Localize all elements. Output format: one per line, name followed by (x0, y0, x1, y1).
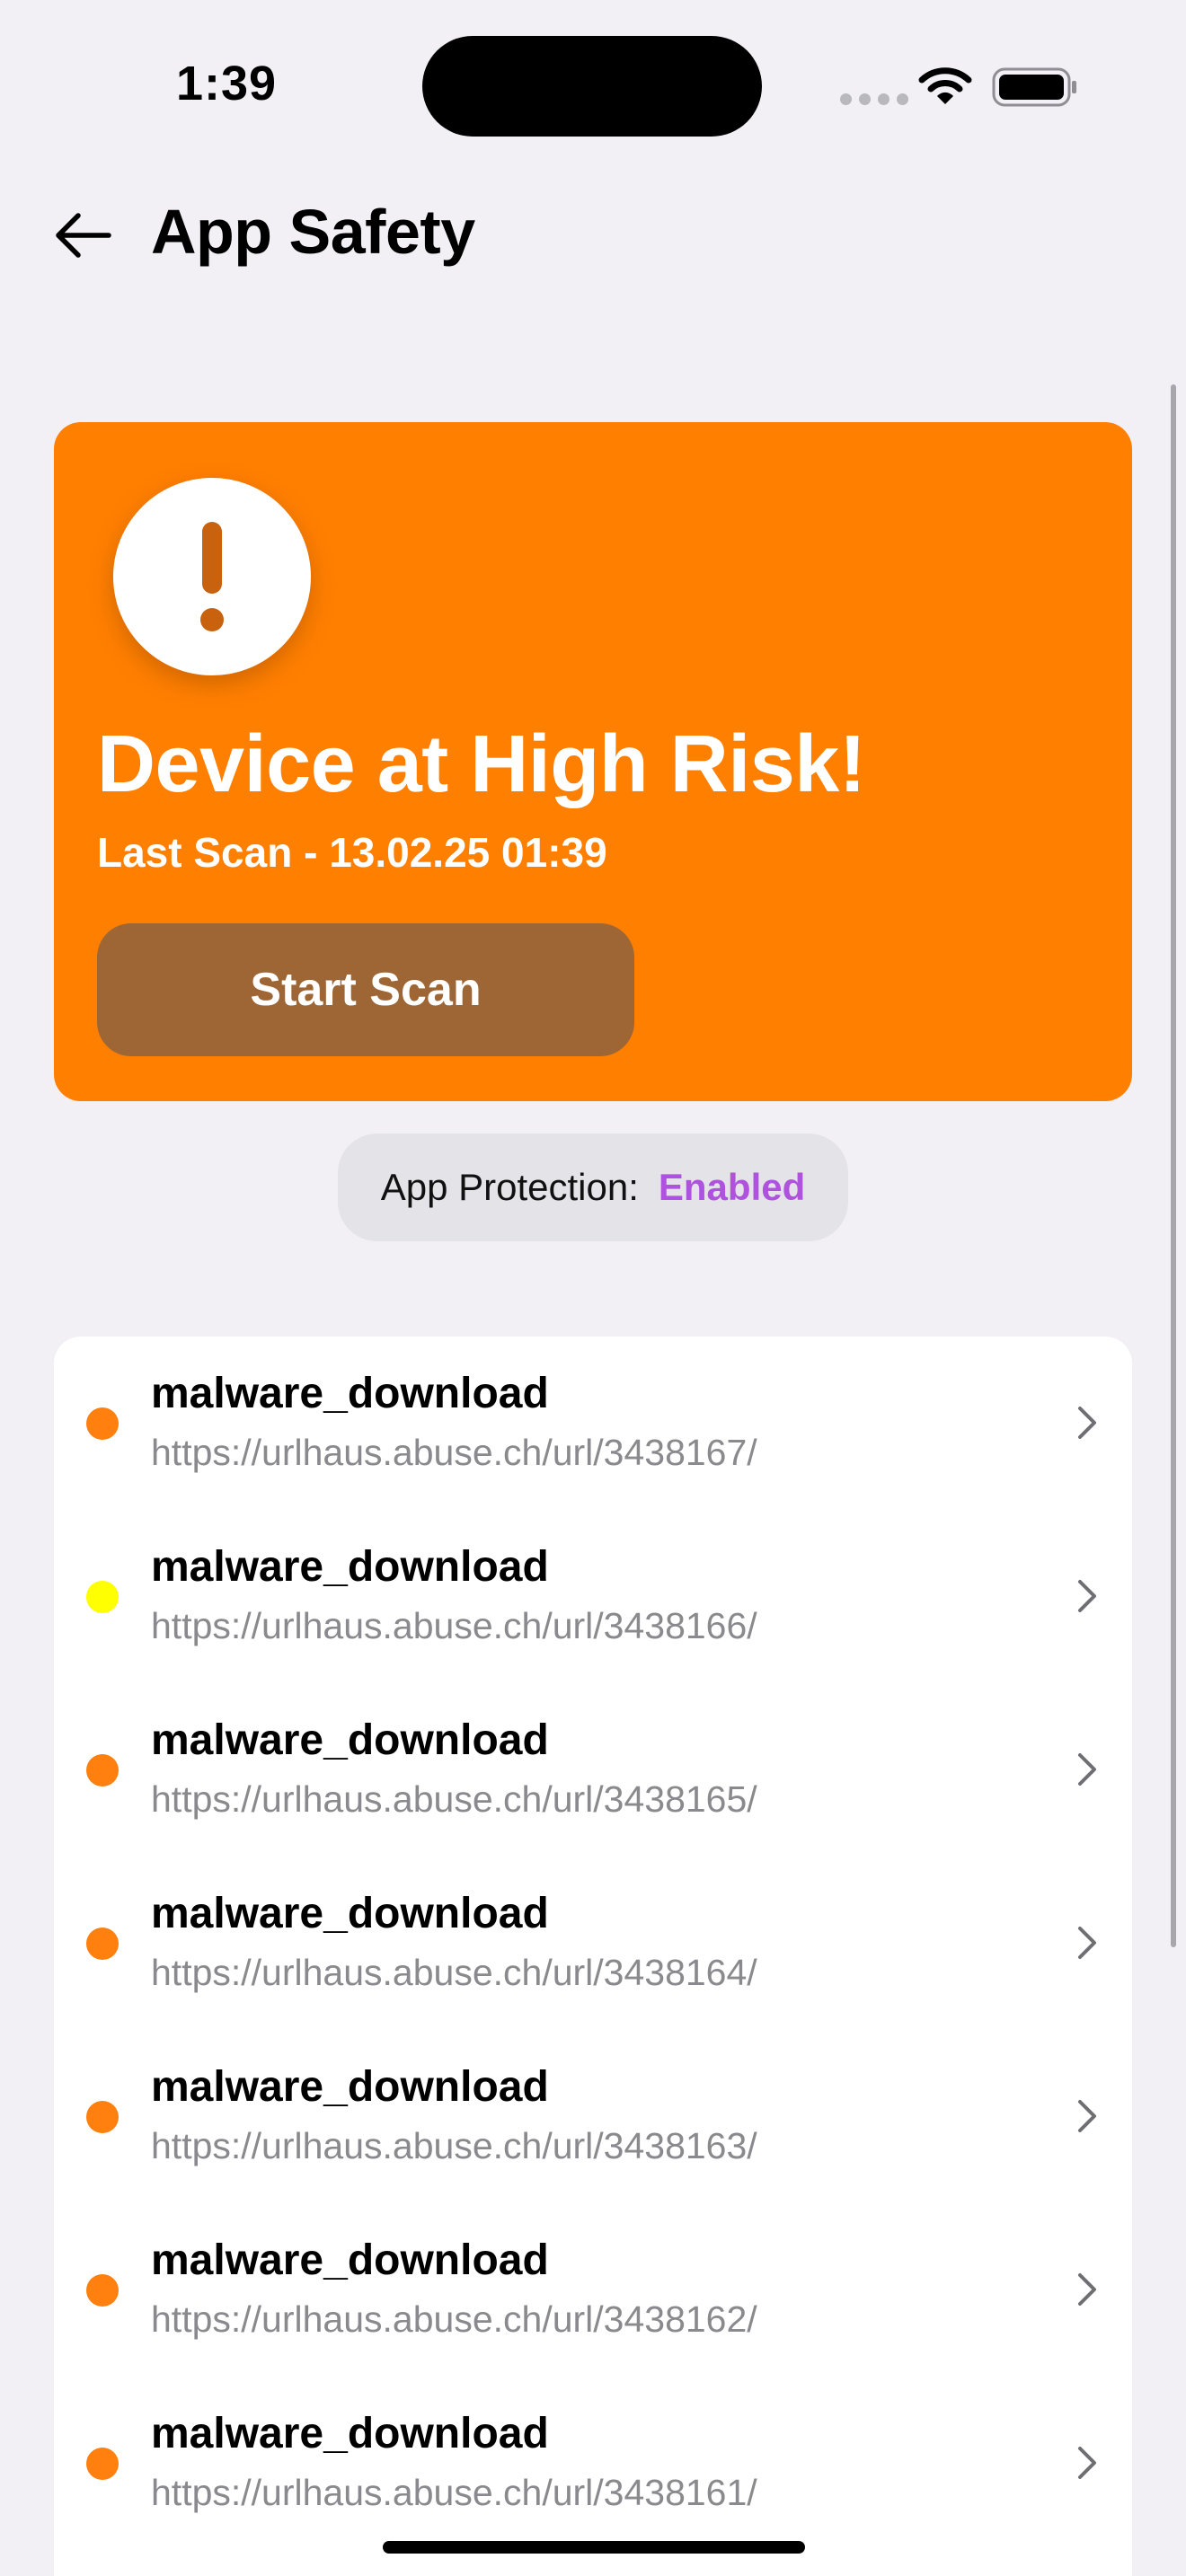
threat-url: https://urlhaus.abuse.ch/url/3438163/ (151, 2125, 757, 2166)
wifi-icon (918, 67, 972, 104)
threat-row[interactable]: malware_download https://urlhaus.abuse.c… (54, 1683, 1132, 1857)
threat-name: malware_download (151, 1543, 549, 1591)
risk-level-dot (86, 2448, 119, 2480)
risk-level-dot (86, 1407, 119, 1440)
risk-status-card: Device at High Risk! Last Scan - 13.02.2… (54, 422, 1132, 1101)
risk-level-dot (86, 1581, 119, 1613)
chevron-right-icon (1078, 1927, 1096, 1959)
dynamic-island (422, 36, 762, 137)
threat-url: https://urlhaus.abuse.ch/url/3438165/ (151, 1778, 757, 1820)
risk-level-dot (86, 2101, 119, 2133)
threat-row[interactable]: malware_download https://urlhaus.abuse.c… (54, 1857, 1132, 2030)
threat-name: malware_download (151, 2063, 549, 2111)
threat-url: https://urlhaus.abuse.ch/url/3438162/ (151, 2298, 757, 2340)
battery-icon (992, 67, 1076, 107)
threat-url: https://urlhaus.abuse.ch/url/3438161/ (151, 2472, 757, 2513)
risk-title: Device at High Risk! (97, 719, 866, 809)
chevron-right-icon (1078, 2100, 1096, 2132)
chevron-right-icon (1078, 2273, 1096, 2306)
threat-row[interactable]: malware_download https://urlhaus.abuse.c… (54, 1337, 1132, 1510)
risk-level-dot (86, 1754, 119, 1786)
risk-level-dot (86, 1928, 119, 1960)
app-safety-screen: 1:39 App Safety Device at High Risk! Las… (0, 0, 1186, 2576)
arrow-left-icon (56, 213, 111, 258)
cellular-signal-icon (840, 93, 908, 105)
threat-name: malware_download (151, 1716, 549, 1764)
threat-row[interactable]: malware_download https://urlhaus.abuse.c… (54, 2030, 1132, 2203)
threat-name: malware_download (151, 1890, 549, 1937)
threat-url: https://urlhaus.abuse.ch/url/3438164/ (151, 1952, 757, 1993)
last-scan-text: Last Scan - 13.02.25 01:39 (97, 829, 607, 876)
threat-list: malware_download https://urlhaus.abuse.c… (54, 1337, 1132, 2576)
threat-row[interactable]: malware_download https://urlhaus.abuse.c… (54, 1510, 1132, 1683)
threat-url: https://urlhaus.abuse.ch/url/3438166/ (151, 1605, 757, 1646)
threat-name: malware_download (151, 2410, 549, 2457)
home-indicator[interactable] (383, 2541, 805, 2554)
risk-level-dot (86, 2274, 119, 2307)
chevron-right-icon (1078, 2447, 1096, 2479)
threat-name: malware_download (151, 2236, 549, 2284)
start-scan-button[interactable]: Start Scan (97, 923, 634, 1056)
app-protection-value: Enabled (658, 1166, 806, 1208)
threat-url: https://urlhaus.abuse.ch/url/3438167/ (151, 1432, 757, 1473)
chevron-right-icon (1078, 1753, 1096, 1786)
app-protection-status[interactable]: App Protection: Enabled (338, 1134, 848, 1241)
threat-row[interactable]: malware_download https://urlhaus.abuse.c… (54, 2203, 1132, 2377)
app-protection-label: App Protection: (380, 1166, 639, 1208)
page-title: App Safety (151, 197, 475, 267)
back-button[interactable] (50, 203, 115, 268)
exclamation-icon (200, 522, 224, 631)
status-time: 1:39 (176, 57, 278, 110)
chevron-right-icon (1078, 1580, 1096, 1612)
alert-badge (113, 478, 311, 675)
threat-row[interactable]: malware_download https://urlhaus.abuse.c… (54, 2377, 1132, 2550)
chevron-right-icon (1078, 1407, 1096, 1439)
scrollbar[interactable] (1171, 384, 1176, 1947)
threat-name: malware_download (151, 1370, 549, 1417)
